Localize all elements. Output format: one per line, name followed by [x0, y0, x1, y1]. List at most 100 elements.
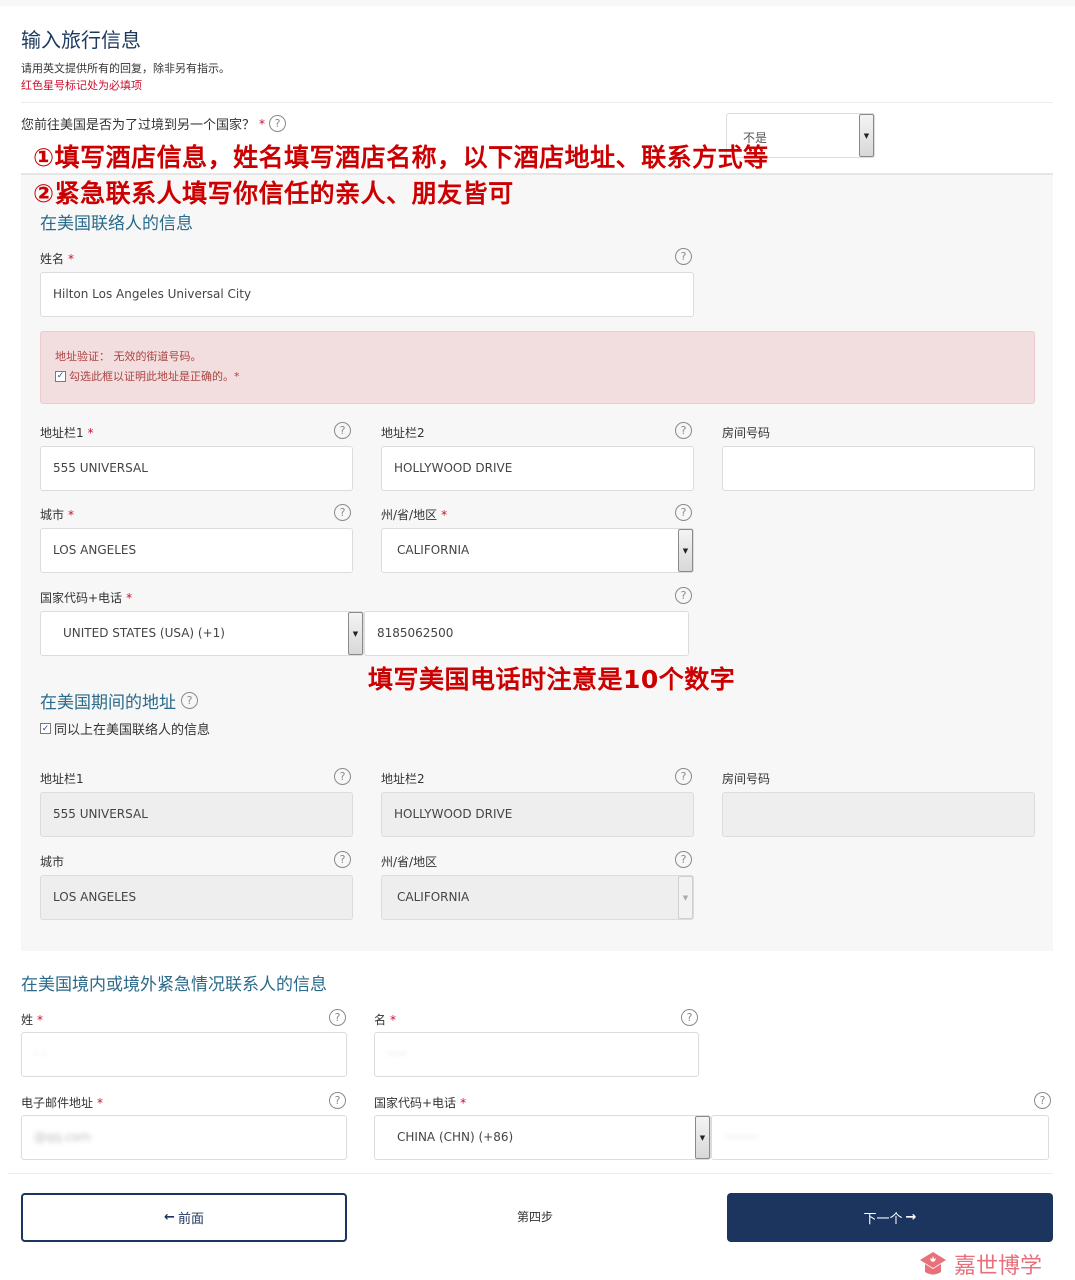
state-select[interactable]: CALIFORNIA ▼ — [381, 528, 694, 573]
room-label: 房间号码 — [722, 426, 771, 440]
help-icon[interactable]: ? — [329, 1092, 346, 1109]
help-icon[interactable]: ? — [675, 422, 692, 439]
required-star: * — [68, 251, 75, 266]
given-name-input[interactable]: ····· — [374, 1032, 699, 1077]
help-icon[interactable]: ? — [334, 422, 351, 439]
required-star: * — [97, 1095, 104, 1110]
same-as-contact-label: 同以上在美国联络人的信息 — [54, 723, 211, 738]
state-label: 州/省/地区 * — [381, 506, 447, 523]
surname-value-redacted: · · — [34, 1047, 46, 1061]
us-contact-heading: 在美国联络人的信息 — [40, 214, 193, 234]
address1-label-text: 地址栏1 — [40, 426, 84, 440]
emergency-country-code-select[interactable]: CHINA (CHN) (+86) ▼ — [374, 1115, 711, 1160]
address-validation-alert: 地址验证： 无效的街道号码。 ✓ 勾选此框以证明此地址是正确的。* — [40, 331, 1035, 404]
email-input[interactable]: @qq.com — [21, 1115, 347, 1160]
addr-address1-label: 地址栏1 — [40, 772, 84, 786]
help-icon[interactable]: ? — [675, 768, 692, 785]
help-icon[interactable]: ? — [675, 851, 692, 868]
required-star: * — [460, 1095, 467, 1110]
same-as-contact-row[interactable]: ✓ 同以上在美国联络人的信息 — [40, 719, 210, 738]
help-icon[interactable]: ? — [269, 115, 287, 132]
phone-value: 8185062500 — [377, 626, 454, 640]
same-as-contact-checkbox[interactable]: ✓ — [40, 723, 51, 734]
us-address-heading: 在美国期间的地址 ? — [40, 688, 198, 713]
given-name-label: 名 * — [374, 1011, 396, 1028]
emergency-country-code-value: CHINA (CHN) (+86) — [397, 1130, 514, 1144]
step-indicator: 第四步 — [517, 1210, 554, 1224]
addr-state-value: CALIFORNIA — [397, 890, 470, 904]
annotation-phone-digits: 填写美国电话时注意是10个数字 — [368, 665, 736, 694]
help-icon[interactable]: ? — [675, 587, 692, 604]
transit-question: 您前往美国是否为了过境到另一个国家？ * ? — [21, 114, 287, 133]
divider — [21, 102, 1053, 103]
required-star: * — [126, 590, 133, 605]
page-title: 输入旅行信息 — [21, 28, 141, 52]
help-icon[interactable]: ? — [334, 504, 351, 521]
addr-city-input: LOS ANGELES — [40, 875, 353, 920]
address1-label: 地址栏1 * — [40, 424, 94, 441]
addr-address2-label: 地址栏2 — [381, 772, 425, 786]
help-icon[interactable]: ? — [1034, 1092, 1051, 1109]
addr-room-input — [722, 792, 1035, 837]
surname-label-text: 姓 — [21, 1013, 34, 1027]
arrow-right-icon: → — [905, 1210, 917, 1225]
emergency-heading: 在美国境内或境外紧急情况联系人的信息 — [21, 975, 327, 995]
required-star: * — [259, 116, 266, 131]
room-input[interactable] — [722, 446, 1035, 491]
city-input[interactable]: LOS ANGELES — [40, 528, 353, 573]
given-name-value-redacted: ····· — [387, 1047, 407, 1061]
state-label-text: 州/省/地区 — [381, 508, 438, 522]
help-icon[interactable]: ? — [675, 504, 692, 521]
surname-label: 姓 * — [21, 1011, 43, 1028]
emergency-phone-label: 国家代码+电话 * — [374, 1094, 466, 1111]
watermark-text: 嘉世博学 — [954, 1254, 1043, 1279]
confirm-address-checkbox[interactable]: ✓ — [55, 370, 66, 382]
city-label: 城市 * — [40, 506, 74, 523]
emergency-phone-label-text: 国家代码+电话 — [374, 1096, 457, 1110]
given-name-label-text: 名 — [374, 1013, 387, 1027]
next-button[interactable]: 下一个 → — [727, 1193, 1053, 1242]
addr-city-value: LOS ANGELES — [53, 890, 137, 904]
alert-message: 地址验证： 无效的街道号码。 — [55, 350, 202, 363]
phone-label: 国家代码+电话 * — [40, 589, 132, 606]
addr-address1-input: 555 UNIVERSAL — [40, 792, 353, 837]
top-strip — [0, 0, 1075, 6]
chevron-down-icon[interactable]: ▼ — [859, 114, 874, 157]
chevron-down-icon[interactable]: ▼ — [348, 612, 363, 655]
chevron-down-icon[interactable]: ▼ — [678, 529, 693, 572]
chevron-down-icon[interactable]: ▼ — [695, 1116, 710, 1159]
addr-room-label: 房间号码 — [722, 772, 771, 786]
help-icon[interactable]: ? — [334, 851, 351, 868]
name-label-text: 姓名 — [40, 252, 65, 266]
country-code-select[interactable]: UNITED STATES (USA) (+1) ▼ — [40, 611, 364, 656]
emergency-phone-input[interactable]: ········· — [711, 1115, 1049, 1160]
help-icon[interactable]: ? — [334, 768, 351, 785]
address2-value: HOLLYWOOD DRIVE — [394, 461, 513, 475]
arrow-left-icon: ← — [164, 1210, 175, 1225]
help-icon[interactable]: ? — [329, 1009, 346, 1026]
required-star: * — [37, 1012, 44, 1027]
help-icon[interactable]: ? — [181, 692, 198, 709]
previous-button-label: 前面 — [177, 1212, 204, 1227]
confirm-address-checkbox-row[interactable]: ✓ 勾选此框以证明此地址是正确的。* — [55, 368, 240, 384]
help-icon[interactable]: ? — [675, 248, 692, 265]
city-value: LOS ANGELES — [53, 543, 137, 557]
email-value-redacted: @qq.com — [34, 1130, 91, 1144]
address2-input[interactable]: HOLLYWOOD DRIVE — [381, 446, 694, 491]
surname-input[interactable]: · · — [21, 1032, 347, 1077]
confirm-address-label: 勾选此框以证明此地址是正确的。* — [69, 370, 240, 383]
addr-state-select: CALIFORNIA ▼ — [381, 875, 694, 920]
name-input[interactable]: Hilton Los Angeles Universal City — [40, 272, 694, 317]
required-note: 红色星号标记处为必填项 — [21, 79, 142, 92]
required-star: * — [68, 507, 75, 522]
us-address-heading-text: 在美国期间的地址 — [40, 693, 176, 713]
address1-input[interactable]: 555 UNIVERSAL — [40, 446, 353, 491]
addr-city-label: 城市 — [40, 855, 65, 869]
required-star: * — [390, 1012, 397, 1027]
previous-button[interactable]: ← 前面 — [21, 1193, 347, 1242]
country-code-value: UNITED STATES (USA) (+1) — [63, 626, 225, 640]
phone-label-text: 国家代码+电话 — [40, 591, 123, 605]
phone-input[interactable]: 8185062500 — [364, 611, 689, 656]
required-star: * — [441, 507, 448, 522]
help-icon[interactable]: ? — [681, 1009, 698, 1026]
